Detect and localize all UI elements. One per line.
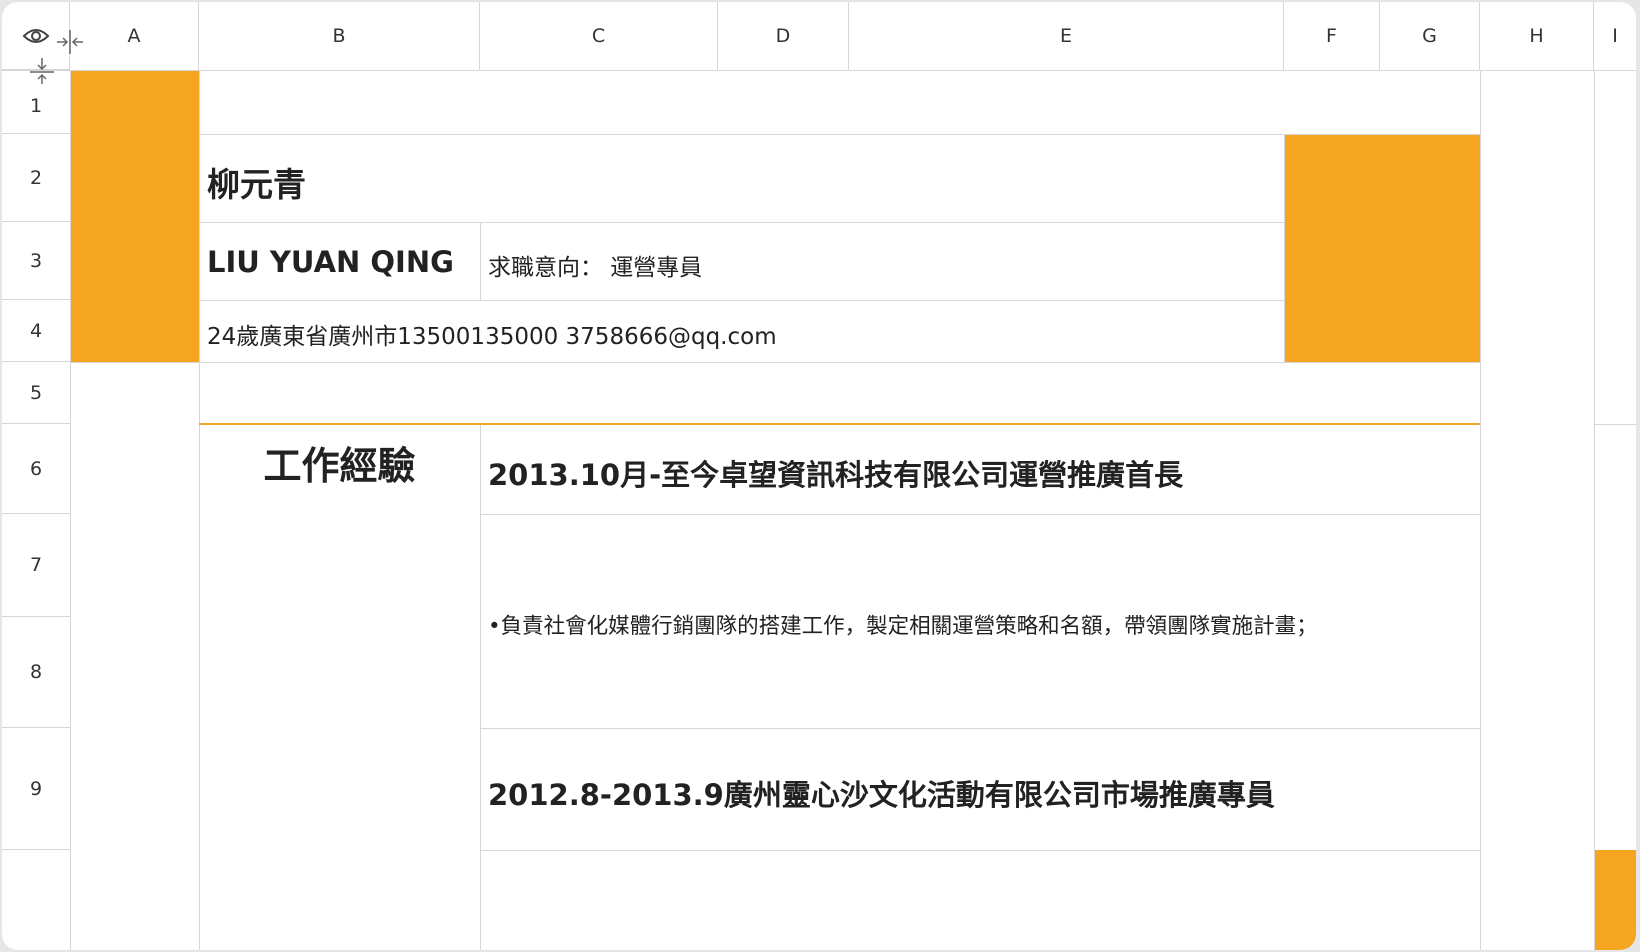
row-header-1[interactable]: 1 [2,70,70,134]
row-header-right-border [70,70,71,950]
cell-fill-A1-A4[interactable] [70,70,199,362]
row-header-4[interactable]: 4 [2,300,70,362]
gridline [480,222,481,300]
cell-C3-job-intent[interactable]: 求職意向： 運營專員 [488,248,702,282]
gridline [1594,424,1636,425]
row-header-9[interactable]: 9 [2,728,70,850]
cell-B4-contact[interactable]: 24歲廣東省廣州市13500135000 3758666@qq.com [207,317,777,351]
row-header-7[interactable]: 7 [2,514,70,617]
column-header-E[interactable]: E [849,2,1284,70]
cell-C7-job1-description[interactable]: •負責社會化媒體行銷團隊的搭建工作，製定相關運營策略和名額，帶領團隊實施計畫； [488,609,1318,640]
column-header-A[interactable]: A [70,2,199,70]
row-header-2[interactable]: 2 [2,134,70,222]
column-header-C[interactable]: C [480,2,718,70]
gridline [70,362,1480,363]
gridline [480,850,1480,851]
row-header-10[interactable] [2,850,70,950]
orange-divider [199,423,1480,425]
gridline [480,728,1480,729]
gridline [199,134,1480,135]
cell-C6-job1-title[interactable]: 2013.10月-至今卓望資訊科技有限公司運營推廣首長 [488,452,1183,494]
cell-fill-F2-G4[interactable] [1284,134,1480,362]
gridline [199,300,1284,301]
eye-icon[interactable] [22,27,50,45]
cell-C9-job2-title[interactable]: 2012.8-2013.9廣州靈心沙文化活動有限公司市場推廣專員 [488,772,1275,814]
column-header-H[interactable]: H [1480,2,1594,70]
cell-fill-I10[interactable] [1594,850,1636,950]
row-header-3[interactable]: 3 [2,222,70,300]
column-header-D[interactable]: D [718,2,849,70]
row-header-5[interactable]: 5 [2,362,70,424]
column-header-I[interactable]: I [1594,2,1636,70]
corner-controls [2,2,83,84]
gridline [480,424,481,950]
cell-B6-section-title[interactable]: 工作經驗 [199,435,480,490]
spreadsheet: A B C D E F G H I 1 2 3 4 5 6 7 8 9 柳元青 … [2,2,1636,950]
row-header-8[interactable]: 8 [2,617,70,728]
column-header-F[interactable]: F [1284,2,1380,70]
gridline [199,222,1284,223]
cell-B2-name[interactable]: 柳元青 [207,158,306,206]
gridline [1480,70,1481,950]
column-header-B[interactable]: B [199,2,480,70]
gridline [1284,134,1285,362]
gridline [480,514,1480,515]
cell-B3-name-en[interactable]: LIU YUAN QING [207,245,454,279]
gridline [199,70,200,950]
gridline [1594,70,1595,950]
row-header-6[interactable]: 6 [2,424,70,514]
header-bottom-border [2,70,1636,71]
column-header-G[interactable]: G [1380,2,1480,70]
